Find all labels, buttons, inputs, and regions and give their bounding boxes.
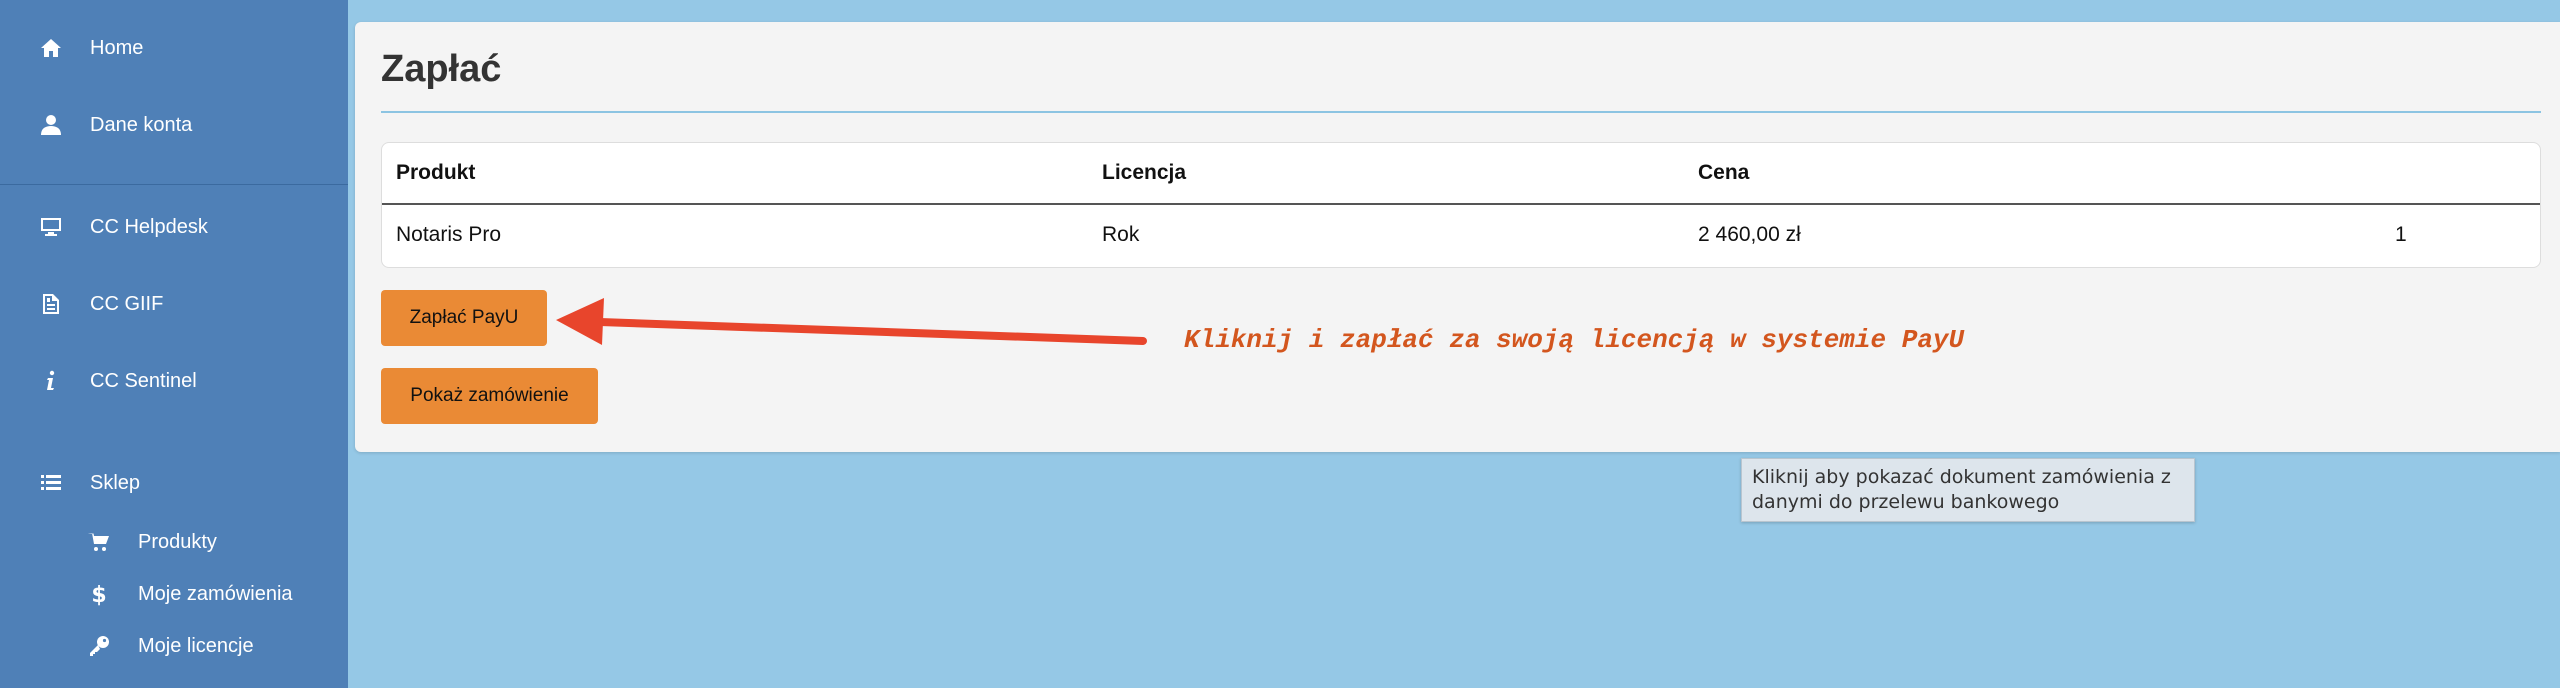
header-licencja: Licencja — [1088, 143, 1684, 205]
sidebar-item-label: CC Helpdesk — [90, 215, 208, 238]
sidebar-item-moje-licencje[interactable]: Moje licencje — [86, 633, 254, 659]
show-order-tooltip: Kliknij aby pokazać dokument zamówienia … — [1741, 458, 2195, 522]
sidebar-item-cc-sentinel[interactable]: CC Sentinel — [38, 368, 197, 394]
sidebar-divider — [0, 184, 348, 185]
payment-card: Zapłać Produkt Licencja Cena Notaris Pro… — [355, 22, 2560, 452]
sidebar-item-label: Produkty — [138, 530, 217, 553]
user-icon — [38, 112, 64, 138]
sidebar-item-label: CC Sentinel — [90, 369, 197, 392]
sidebar-item-label: Moje licencje — [138, 634, 254, 657]
dollar-icon: $ — [86, 581, 112, 607]
sidebar-item-sklep[interactable]: Sklep — [38, 470, 140, 496]
sidebar-item-home[interactable]: Home — [38, 35, 143, 61]
sidebar-item-cc-giif[interactable]: CC GIIF — [38, 291, 163, 317]
sidebar-item-produkty[interactable]: Produkty — [86, 529, 217, 555]
sidebar-item-label: Sklep — [90, 471, 141, 494]
cell-quantity: 1 — [2395, 223, 2407, 246]
cell-license: Rok — [1102, 223, 1140, 246]
annotation-text: Kliknij i zapłać za swoją licencją w sys… — [1184, 325, 1965, 355]
key-icon — [86, 633, 112, 659]
monitor-icon — [38, 214, 64, 240]
cell-product: Notaris Pro — [396, 223, 502, 246]
sidebar-item-label: Dane konta — [90, 113, 193, 136]
cart-icon — [86, 529, 112, 555]
sidebar-item-label: Home — [90, 36, 144, 59]
page-title: Zapłać — [381, 48, 502, 90]
sidebar-item-label: Moje zamówienia — [138, 582, 293, 605]
order-table: Produkt Licencja Cena Notaris Pro Rok 2 … — [381, 142, 2541, 268]
info-icon — [38, 368, 64, 394]
table-header-row: Produkt Licencja Cena — [382, 143, 2540, 205]
cell-price: 2 460,00 zł — [1698, 223, 1801, 246]
sidebar-item-label: CC GIIF — [90, 292, 164, 315]
title-divider — [381, 111, 2541, 113]
header-empty — [2381, 143, 2540, 205]
table-row: Notaris Pro Rok 2 460,00 zł 1 — [382, 204, 2540, 265]
home-icon — [38, 35, 64, 61]
pay-payu-button[interactable]: Zapłać PayU — [381, 290, 547, 346]
sidebar-item-dane-konta[interactable]: Dane konta — [38, 112, 192, 138]
list-icon — [38, 470, 64, 496]
show-order-button[interactable]: Pokaż zamówienie — [381, 368, 598, 424]
header-produkt: Produkt — [382, 143, 1088, 205]
header-cena: Cena — [1684, 143, 2381, 205]
sidebar: Home Dane konta CC Helpdesk CC GIIF CC S… — [0, 0, 348, 688]
sidebar-item-cc-helpdesk[interactable]: CC Helpdesk — [38, 214, 208, 240]
document-icon — [38, 291, 64, 317]
sidebar-item-moje-zamowienia[interactable]: $ Moje zamówienia — [86, 581, 293, 607]
svg-text:$: $ — [91, 583, 106, 606]
